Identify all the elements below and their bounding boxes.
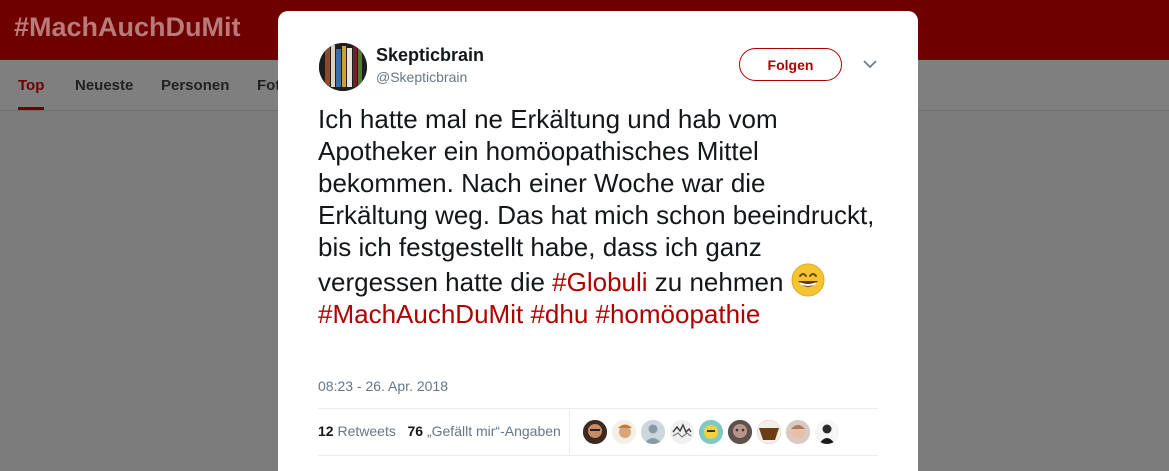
divider [318, 408, 878, 409]
tweet-text: Ich hatte mal ne Erkältung und hab vom A… [318, 103, 878, 330]
liker-avatar[interactable] [582, 419, 608, 445]
tweet-timestamp[interactable]: 08:23 - 26. Apr. 2018 [318, 378, 448, 394]
grinning-face-emoji [791, 263, 825, 297]
divider [569, 409, 570, 455]
liker-avatar[interactable] [669, 419, 695, 445]
tab-top[interactable]: Top [18, 60, 45, 110]
divider [318, 455, 878, 456]
liker-avatar[interactable] [698, 419, 724, 445]
hashtag-link[interactable]: #dhu [530, 299, 588, 329]
engagement-stats: 12 Retweets 76 „Gefällt mir“-Angaben [318, 423, 561, 439]
liker-avatar[interactable] [611, 419, 637, 445]
hashtag-link[interactable]: #MachAuchDuMit [318, 299, 523, 329]
retweets-count[interactable]: 12 [318, 423, 334, 439]
hashtag-link[interactable]: #Globuli [552, 267, 647, 297]
hashtag-link[interactable]: #homöopathie [596, 299, 761, 329]
liker-avatar[interactable] [814, 419, 840, 445]
user-handle[interactable]: @Skepticbrain [376, 69, 467, 85]
tweet-modal: Skepticbrain @Skepticbrain Folgen Ich ha… [278, 11, 918, 471]
tab-personen[interactable]: Personen [161, 60, 229, 108]
avatar[interactable] [319, 43, 367, 91]
search-hashtag-title: #MachAuchDuMit [14, 12, 241, 42]
tab-fotos[interactable]: Fot [257, 60, 280, 108]
chevron-down-icon[interactable] [862, 57, 878, 69]
display-name[interactable]: Skepticbrain [376, 45, 484, 66]
likes-count[interactable]: 76 [408, 423, 424, 439]
likes-label[interactable]: „Gefällt mir“-Angaben [427, 423, 561, 439]
liker-avatar[interactable] [640, 419, 666, 445]
tab-neueste[interactable]: Neueste [75, 60, 133, 108]
liker-avatar[interactable] [785, 419, 811, 445]
tweet-text-part: zu nehmen [647, 267, 791, 297]
retweets-label[interactable]: Retweets [337, 423, 395, 439]
liker-avatar[interactable] [756, 419, 782, 445]
follow-button[interactable]: Folgen [739, 48, 842, 81]
liker-avatar[interactable] [727, 419, 753, 445]
